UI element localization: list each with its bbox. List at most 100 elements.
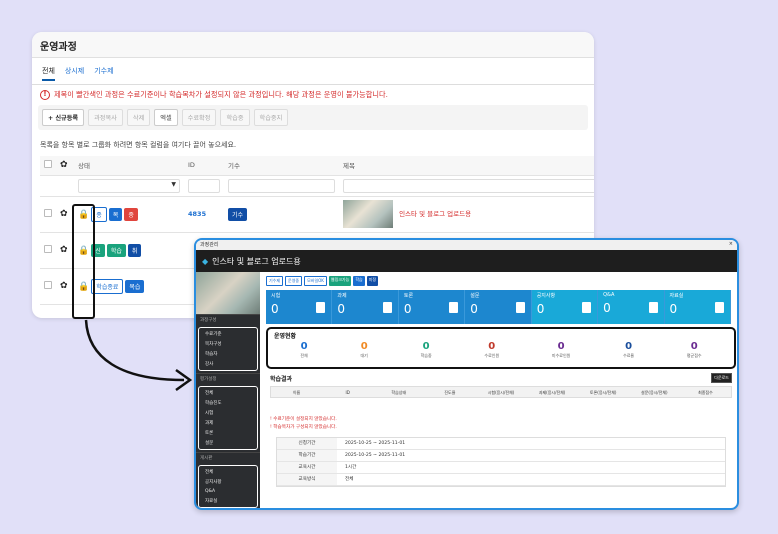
course-info-table: 신청기간 2025-10-25 ~ 2025-11-01 학습기간 2025-10-2… [276, 437, 726, 487]
status-title: 운영현황 [274, 333, 297, 340]
warning-text: 제목이 빨간색인 과정은 수료기준이나 학습목차가 설정되지 않은 과정입니다.… [54, 90, 388, 99]
clipboard-icon [382, 302, 392, 313]
sidebar-item[interactable]: 전체 [199, 467, 257, 477]
popup-sidebar: 과정구성 수료기준 목차구성 학습자 강사 평가설정 전체 학습진도 시험 과제… [196, 272, 260, 508]
info-value: 2025-10-25 ~ 2025-11-01 [345, 453, 406, 458]
status-tag: 복습 [125, 279, 145, 293]
sidebar-item[interactable]: 자료실 [199, 496, 257, 506]
info-key: 신청기간 [277, 438, 337, 449]
tab-cohort[interactable]: 기수제 [94, 66, 113, 81]
sidebar-item[interactable]: 과제 [199, 418, 257, 428]
sidebar-item[interactable]: 토론 [199, 428, 257, 438]
status-filter[interactable]: ▼ [78, 178, 180, 193]
gear-icon[interactable]: ✿ [60, 245, 68, 255]
col-id[interactable]: ID [184, 156, 224, 176]
card-survey[interactable]: 설문 0 [465, 290, 532, 324]
gisu-filter[interactable] [228, 178, 335, 193]
excel-button[interactable]: 엑셀 [154, 109, 178, 126]
status-value: 0 [360, 341, 368, 352]
info-row: 학습기간 2025-10-25 ~ 2025-11-01 [277, 450, 725, 462]
status-item: 0 수료율 [623, 341, 634, 359]
card-discussion[interactable]: 토론 0 [399, 290, 466, 324]
card-exam[interactable]: 시험 0 [266, 290, 333, 324]
table-row[interactable]: ✿ 🔒 종복중 4835 기수 인스타 및 블로그 업로드용 [40, 196, 594, 233]
sidebar-item[interactable]: 학습진도 [199, 398, 257, 408]
copy-button[interactable]: 과정복사 [88, 109, 123, 126]
page-title: 운영과정 [32, 32, 594, 58]
sidebar-item[interactable]: Q&A [199, 487, 257, 496]
download-button[interactable]: 다운로드 [711, 373, 732, 383]
row-id[interactable]: 4835 [184, 196, 224, 233]
card-label: Q&A [603, 292, 615, 298]
result-column-header[interactable]: 이름 [271, 387, 322, 397]
col-title[interactable]: 제목 [339, 156, 594, 176]
result-column-header[interactable]: 진도율 [424, 387, 475, 397]
sidebar-item[interactable]: 수료기준 [199, 329, 257, 339]
gear-icon[interactable]: ✿ [60, 160, 68, 170]
status-row: 0 전체 0 대기 0 학습중 0 수료인원 0 미수료인원 0 수료율 0 평균점수 [274, 341, 728, 359]
result-column-header[interactable]: 시험(응시/전체) [475, 387, 526, 397]
delete-button[interactable]: 삭제 [126, 109, 151, 126]
card-assignment[interactable]: 과제 0 [332, 290, 399, 324]
card-label: 시험 [271, 293, 281, 299]
popup-header: 과정관리 [200, 242, 219, 248]
col-status[interactable]: 상태 [74, 156, 184, 176]
col-gisu[interactable]: 기수 [224, 156, 339, 176]
complete-button[interactable]: 수료확정 [181, 109, 217, 126]
bell-icon [582, 302, 592, 313]
sidebar-item[interactable]: 목차구성 [199, 339, 257, 349]
status-tag: 학습종료 [91, 278, 124, 294]
new-button[interactable]: + 신규등록 [42, 109, 85, 126]
filter-row: ▼ [40, 175, 594, 197]
status-label: 수료인원 [484, 353, 500, 358]
row-checkbox[interactable] [44, 209, 52, 217]
sidebar-item[interactable]: 학습자 [199, 349, 257, 359]
gear-icon[interactable]: ✿ [60, 209, 68, 219]
tab-regular[interactable]: 상시제 [65, 66, 84, 81]
id-filter[interactable] [188, 178, 220, 193]
select-all-checkbox[interactable] [44, 160, 52, 169]
question-icon [648, 302, 658, 313]
learning-button[interactable]: 학습중 [220, 109, 250, 126]
info-value: 전체 [345, 477, 354, 482]
stop-button[interactable]: 학습중지 [253, 109, 289, 126]
gear-icon[interactable]: ✿ [60, 281, 68, 291]
tab-bar: 전체 상시제 기수제 [32, 58, 594, 85]
sidebar-item[interactable]: 설문 [199, 438, 257, 448]
sidebar-section-board[interactable]: 게시판 [196, 452, 260, 463]
sidebar-section-composition[interactable]: 과정구성 [196, 314, 260, 325]
row-title[interactable]: 인스타 및 블로그 업로드용 [399, 210, 471, 218]
gisu-tag[interactable]: 기수 [228, 207, 248, 221]
result-empty-area [266, 401, 736, 415]
sidebar-item[interactable]: 전체 [199, 388, 257, 398]
result-column-header[interactable]: ID [322, 387, 373, 397]
status-item: 0 미수료인원 [552, 341, 570, 359]
checklist-icon [515, 302, 525, 313]
close-icon[interactable]: × [729, 241, 733, 249]
chip: 학습 [353, 276, 365, 286]
result-column-header[interactable]: 학습상태 [373, 387, 424, 397]
toolbar: + 신규등록 과정복사 삭제 엑셀 수료확정 학습중 학습중지 [38, 105, 588, 130]
card-archive[interactable]: 자료실 0 [664, 290, 731, 324]
info-value: 1시간 [345, 465, 357, 470]
row-checkbox[interactable] [44, 281, 52, 289]
status-tag: 복 [108, 207, 123, 221]
archive-icon [714, 302, 724, 313]
card-notice[interactable]: 공지사항 0 [531, 290, 599, 324]
sidebar-item[interactable]: 강사 [199, 359, 257, 369]
tab-all[interactable]: 전체 [42, 66, 55, 81]
sidebar-item[interactable]: 시험 [199, 408, 257, 418]
card-qna[interactable]: Q&A 0 [598, 290, 665, 324]
result-column-header[interactable]: 설문(응시/전체) [629, 387, 680, 397]
result-column-header[interactable]: 최종점수 [680, 387, 731, 397]
title-filter[interactable] [343, 178, 594, 193]
result-column-header[interactable]: 토론(응시/전체) [578, 387, 629, 397]
sidebar-section-evaluation[interactable]: 평가설정 [196, 373, 260, 384]
sidebar-item[interactable]: 공지사항 [199, 477, 257, 487]
pencil-icon [316, 302, 326, 313]
info-key: 교육방식 [277, 474, 337, 485]
status-item: 0 평균점수 [687, 341, 702, 359]
result-column-header[interactable]: 과제(응시/전체) [527, 387, 578, 397]
card-label: 공지사항 [536, 293, 556, 299]
row-checkbox[interactable] [44, 245, 52, 253]
